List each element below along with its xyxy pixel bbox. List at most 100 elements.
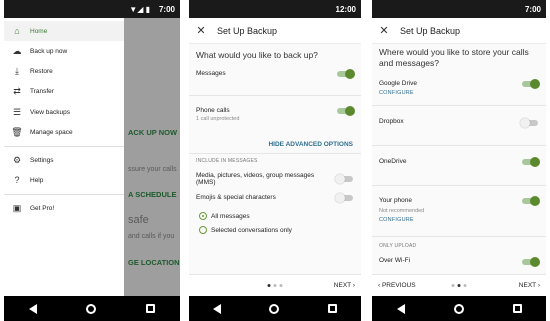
radio-selected-icon [199,212,207,220]
drawer-item-restore[interactable]: ⤓ Restore [4,61,124,81]
home-circle-icon[interactable] [86,303,97,314]
status-bar: 12:00 [189,0,361,18]
radio-unselected-icon [199,226,207,234]
phone-home-drawer: ▼◢ ▮ 7:00 ACK UP NOW ssure your calls A … [4,0,180,321]
close-icon[interactable]: ✕ [189,24,213,37]
drawer-item-settings[interactable]: ⚙ Settings [4,150,124,170]
recents-icon[interactable] [146,304,156,313]
page-indicator [451,284,467,287]
location-button-behind: GE LOCATION [128,258,180,267]
android-nav-bar [4,296,180,321]
status-bar: 7:00 [372,0,546,18]
media-row[interactable]: Media, pictures, videos, group messages … [196,172,353,190]
section-header: INCLUDE IN MESSAGES [196,158,258,164]
back-up-now-button-behind: ACK UP NOW [128,128,178,137]
status-time: 7:00 [524,5,541,14]
radio-selected-conversations[interactable]: Selected conversations only [199,226,292,234]
hide-advanced-options-link[interactable]: HIDE ADVANCED OPTIONS [268,141,353,148]
page-dot [279,284,283,287]
drawer-item-view-backups[interactable]: ☰ View backups [4,102,124,122]
phone-setup-backup-what: 12:00 ✕ Set Up Backup What would you lik… [189,0,361,321]
behind-text: ssure your calls [128,166,177,173]
status-time: 7:00 [158,5,175,14]
home-circle-icon[interactable] [453,303,464,314]
configure-link[interactable]: CONFIGURE [379,90,538,96]
delete-icon: 🗑 [11,126,23,137]
divider [372,145,546,146]
drawer-item-home[interactable]: ⌂ Home [4,21,124,41]
question-text: What would you like to back up? [196,50,318,60]
configure-link[interactable]: CONFIGURE [379,217,538,223]
pager-bar: NEXT › [189,274,361,296]
pager-bar: ‹ PREVIOUS NEXT › [372,274,546,296]
over-wifi-toggle[interactable] [522,256,540,267]
page-dot [457,284,461,287]
media-toggle[interactable] [335,173,353,184]
divider [372,185,546,186]
get-pro-icon: ▣ [12,202,22,213]
navigation-drawer: ⌂ Home ☁ Back up now ⤓ Restore ⇄ Transfe… [4,18,124,296]
divider [189,153,361,154]
drawer-divider [4,146,124,147]
view-backups-icon: ☰ [12,106,22,117]
google-drive-row[interactable]: Google Drive CONFIGURE [379,78,540,100]
messages-row[interactable]: Messages [196,68,355,84]
behind-heading: safe [128,214,149,226]
phone-calls-row[interactable]: Phone calls 1 call unprotected [196,105,355,125]
question-text: Where would you like to store your calls… [379,47,529,68]
page-title: Set Up Backup [217,25,278,36]
onedrive-toggle[interactable] [522,156,540,167]
behind-text-2: and calls if you [128,233,175,240]
close-icon[interactable]: ✕ [372,24,396,37]
messages-toggle[interactable] [337,68,355,79]
google-drive-toggle[interactable] [522,78,540,89]
recents-icon[interactable] [327,304,337,313]
home-circle-icon[interactable] [269,303,280,314]
recents-icon[interactable] [512,304,522,313]
emojis-row[interactable]: Emojis & special characters [196,192,353,204]
app-bar: ✕ Set Up Backup [189,18,361,44]
dimmed-background[interactable]: ACK UP NOW ssure your calls A SCHEDULE s… [124,18,180,296]
drawer-item-get-pro[interactable]: ▣ Get Pro! [4,198,124,218]
app-bar: ✕ Set Up Backup [372,18,546,44]
onedrive-row[interactable]: OneDrive [379,156,540,168]
gear-icon: ⚙ [12,154,22,165]
drawer-item-back-up-now[interactable]: ☁ Back up now [4,41,124,61]
status-bar: ▼◢ ▮ 7:00 [4,0,180,18]
divider [372,105,546,106]
back-icon[interactable] [28,303,37,314]
phone-setup-backup-where: 7:00 ✕ Set Up Backup Where would you lik… [372,0,546,321]
page-dot [267,284,271,287]
emojis-toggle[interactable] [335,192,353,203]
transfer-icon: ⇄ [13,85,21,96]
radio-all-messages[interactable]: All messages [199,212,250,220]
drawer-item-help[interactable]: ? Help [4,170,124,190]
divider [372,236,546,237]
phone-calls-toggle[interactable] [337,105,355,116]
your-phone-row[interactable]: Your phone Not recommended CONFIGURE [379,195,540,227]
status-time: 12:00 [335,5,356,14]
dropbox-toggle[interactable] [520,117,538,128]
dropbox-row[interactable]: Dropbox [379,117,538,128]
next-button[interactable]: NEXT › [519,282,540,289]
page-dot [451,284,455,287]
previous-button[interactable]: ‹ PREVIOUS [378,282,416,289]
back-icon[interactable] [213,303,222,314]
your-phone-toggle[interactable] [522,195,540,206]
android-nav-bar [372,296,546,321]
drawer-item-manage-space[interactable]: 🗑 Manage space [4,122,124,142]
over-wifi-row[interactable]: Over Wi-Fi [379,256,540,267]
cloud-upload-icon: ☁ [12,45,22,56]
signal-icon: ▼◢ ▮ [129,5,150,14]
next-button[interactable]: NEXT › [334,282,355,289]
divider [189,95,361,96]
android-nav-bar [189,296,361,321]
back-icon[interactable] [396,303,405,314]
page-dot [273,284,277,287]
home-icon: ⌂ [14,26,20,36]
drawer-item-transfer[interactable]: ⇄ Transfer [4,81,124,101]
restore-icon: ⤓ [15,65,19,76]
drawer-divider [4,194,124,195]
help-icon: ? [14,175,20,185]
page-dot [463,284,467,287]
